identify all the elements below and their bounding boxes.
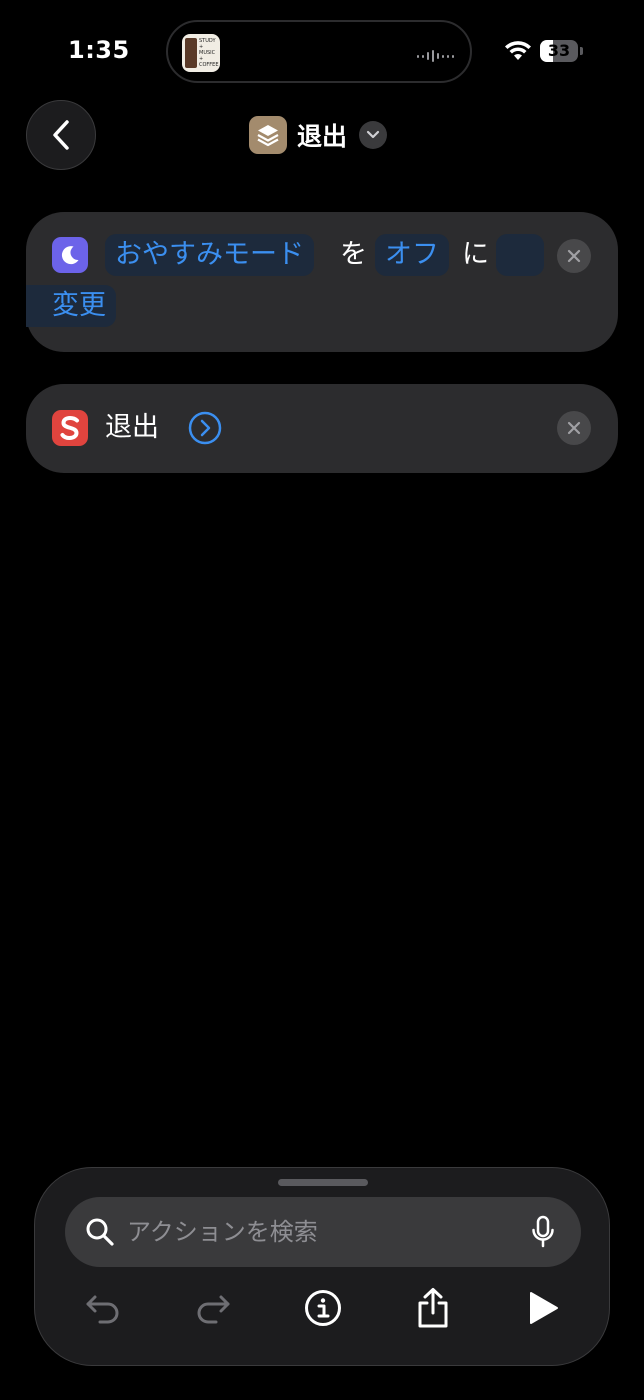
microphone-icon[interactable] — [531, 1215, 555, 1249]
share-button[interactable] — [411, 1286, 455, 1330]
empty-parameter-token[interactable] — [496, 234, 544, 276]
chevron-down-icon[interactable] — [359, 121, 388, 149]
particle-ni: に — [462, 239, 489, 270]
search-input[interactable] — [127, 1197, 507, 1267]
info-icon — [305, 1290, 341, 1326]
sheet-grabber[interactable] — [278, 1179, 368, 1186]
redo-icon — [197, 1295, 230, 1324]
chevron-right-circle-icon[interactable] — [188, 411, 222, 445]
state-token[interactable]: オフ — [375, 234, 449, 276]
moon-icon — [52, 237, 88, 273]
s-app-icon — [52, 410, 88, 446]
action-card-set-focus[interactable]: おやすみモード を オフ に 変更 — [26, 212, 618, 352]
info-button[interactable] — [301, 1286, 345, 1330]
close-icon — [567, 249, 581, 263]
search-icon — [86, 1218, 114, 1246]
verb-token[interactable]: 変更 — [26, 285, 116, 327]
back-button[interactable] — [26, 100, 96, 170]
action-card-exit[interactable]: 退出 — [26, 384, 618, 473]
battery-percent: 33 — [547, 41, 571, 60]
close-icon — [567, 421, 581, 435]
battery-indicator: 33 — [540, 40, 578, 62]
redo-button[interactable] — [191, 1286, 235, 1330]
search-bar[interactable] — [65, 1197, 581, 1267]
wifi-icon — [505, 41, 531, 60]
remove-action-button[interactable] — [557, 411, 591, 445]
share-icon — [418, 1288, 448, 1328]
undo-button[interactable] — [81, 1286, 125, 1330]
action-label: 退出 — [105, 412, 159, 443]
now-playing-artwork[interactable]: STUDY + MUSIC + COFFEE — [182, 34, 220, 72]
focus-mode-token[interactable]: おやすみモード — [105, 234, 314, 276]
audio-waveform-icon — [417, 50, 454, 62]
particle-wo: を — [340, 239, 367, 270]
run-button[interactable] — [521, 1286, 565, 1330]
page-title: 退出 — [297, 122, 348, 151]
undo-icon — [86, 1295, 119, 1324]
shortcut-stack-icon — [249, 116, 287, 154]
remove-action-button[interactable] — [557, 239, 591, 273]
chevron-left-icon — [53, 120, 69, 150]
status-time: 1:35 — [68, 36, 130, 64]
dynamic-island[interactable]: STUDY + MUSIC + COFFEE — [166, 20, 472, 83]
play-icon — [530, 1292, 558, 1324]
now-playing-art-text: STUDY + MUSIC + COFFEE — [199, 38, 219, 68]
shortcut-title-menu[interactable]: 退出 — [249, 115, 388, 155]
battery-tip — [580, 47, 583, 55]
action-search-sheet — [34, 1167, 610, 1366]
